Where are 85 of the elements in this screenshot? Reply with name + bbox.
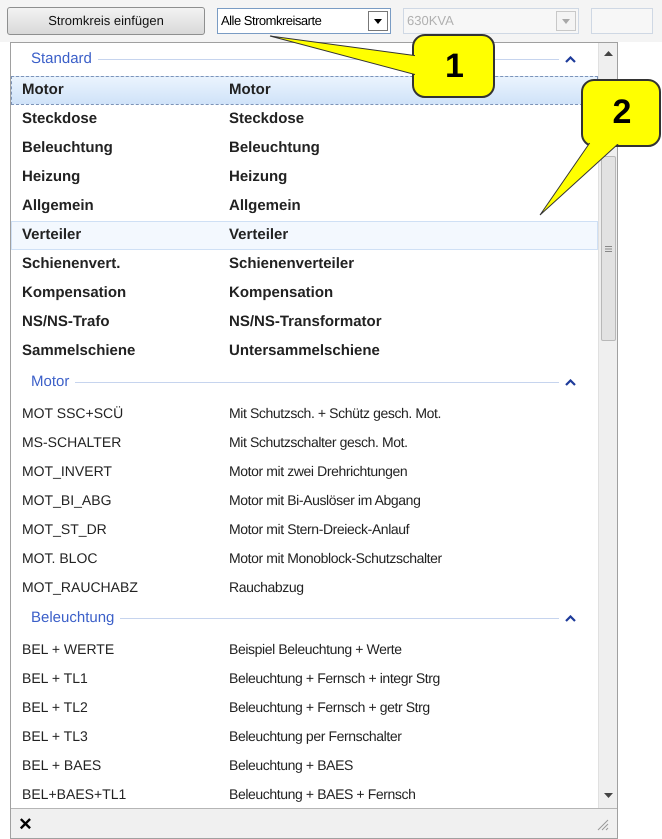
list-row[interactable]: BEL + TL1 Beleuchtung + Fernsch + integr Strg xyxy=(11,664,598,693)
caret-icon xyxy=(562,18,570,24)
row-code: Sammelschiene xyxy=(22,341,136,362)
row-description: Kompensation xyxy=(229,283,334,304)
row-description: Verteiler xyxy=(229,225,288,246)
close-button[interactable]: × xyxy=(19,812,32,834)
combo-value: Alle Stromkreisarte xyxy=(221,12,322,30)
section-title: Beleuchtung xyxy=(31,608,114,628)
list-row[interactable]: MOT_RAUCHABZ Rauchabzug xyxy=(11,573,598,602)
list-row[interactable]: Sammelschiene Untersammelschiene xyxy=(11,337,598,366)
list-row[interactable]: Verteiler Verteiler xyxy=(11,221,598,250)
row-code: MOT_INVERT xyxy=(22,462,113,481)
row-code: MOT. BLOC xyxy=(22,549,98,568)
row-code: BEL + TL3 xyxy=(22,727,89,746)
row-description: Beleuchtung + Fernsch + getr Strg xyxy=(229,698,430,717)
list-row[interactable]: BEL+BAES+TL1 Beleuchtung + BAES + Fernsch xyxy=(11,780,598,808)
row-code: Beleuchtung xyxy=(22,138,114,158)
list-row[interactable]: BEL + TL2 Beleuchtung + Fernsch + getr Strg xyxy=(11,693,598,722)
row-description: Motor mit Stern-Dreieck-Anlauf xyxy=(229,520,410,539)
row-description: Beleuchtung per Fernschalter xyxy=(229,727,402,746)
callout-tooltip: 2 xyxy=(538,78,662,218)
row-description: Beleuchtung xyxy=(229,138,320,158)
list-row[interactable]: MOT SSC+SCÜ Mit Schutzsch. + Schütz gesch. Mot. xyxy=(11,399,598,428)
row-code: Allgemein xyxy=(22,196,95,216)
row-description: Beleuchtung + BAES xyxy=(229,756,353,775)
row-description: Beispiel Beleuchtung + Werte xyxy=(229,640,402,659)
row-code: MOT SSC+SCÜ xyxy=(22,404,124,423)
row-description: Untersammelschiene xyxy=(229,341,380,362)
row-description: Beleuchtung + Fernsch + integr Strg xyxy=(229,669,440,688)
caret-icon xyxy=(374,18,382,24)
section-title: Motor xyxy=(31,372,70,392)
row-description: NS/NS-Transformator xyxy=(229,312,382,332)
resize-grip-icon[interactable] xyxy=(595,816,609,830)
row-description: Heizung xyxy=(229,167,288,188)
input-field[interactable] xyxy=(591,8,653,34)
list-row[interactable]: BEL + BAES Beleuchtung + BAES xyxy=(11,751,598,780)
collapse-icon[interactable] xyxy=(565,56,576,63)
row-description: Motor mit zwei Drehrichtungen xyxy=(229,462,408,481)
section-title: Standard xyxy=(31,49,92,70)
row-description: Mit Schutzsch. + Schütz gesch. Mot. xyxy=(229,404,442,423)
collapse-icon[interactable] xyxy=(565,615,576,622)
row-code: BEL + BAES xyxy=(22,756,102,775)
combo-value: 630KVA xyxy=(407,12,454,30)
row-description: Rauchabzug xyxy=(229,578,304,597)
row-code: MOT_RAUCHABZ xyxy=(22,578,139,597)
list-row[interactable]: MOT_BI_ABG Motor mit Bi-Auslöser im Abgang xyxy=(11,486,598,515)
row-description: Mit Schutzschalter gesch. Mot. xyxy=(229,433,408,452)
row-code: BEL + TL2 xyxy=(22,698,89,717)
list-row[interactable]: Kompensation Kompensation xyxy=(11,279,598,308)
list-row[interactable]: BEL + TL3 Beleuchtung per Fernschalter xyxy=(11,722,598,751)
row-code: BEL+BAES+TL1 xyxy=(22,785,128,804)
grip-icon xyxy=(604,246,612,252)
row-code: Steckdose xyxy=(22,109,98,130)
row-description: Motor mit Bi-Auslöser im Abgang xyxy=(229,491,420,510)
dropdown-button[interactable] xyxy=(368,11,388,31)
scrollbar-thumb[interactable] xyxy=(600,156,616,341)
list-row[interactable]: MOT_INVERT Motor mit zwei Drehrichtungen xyxy=(11,457,598,486)
insert-circuit-button[interactable]: Stromkreis einfügen xyxy=(7,7,205,35)
list-row[interactable]: BEL + WERTE Beispiel Beleuchtung + Werte xyxy=(11,635,598,664)
row-description: Motor xyxy=(229,80,271,100)
scroll-down-icon[interactable] xyxy=(604,793,612,798)
row-code: NS/NS-Trafo xyxy=(22,312,111,332)
row-code: Verteiler xyxy=(22,225,82,246)
row-description: Allgemein xyxy=(229,196,301,216)
list-row[interactable]: Schienenvert. Schienenverteiler xyxy=(11,250,598,279)
row-code: MOT_BI_ABG xyxy=(22,491,112,510)
row-description: Motor mit Monoblock-Schutzschalter xyxy=(229,549,442,568)
row-code: Heizung xyxy=(22,167,82,188)
list-row[interactable]: MOT. BLOC Motor mit Monoblock-Schutzschalter xyxy=(11,544,598,573)
row-description: Beleuchtung + BAES + Fernsch xyxy=(229,785,416,804)
list-row[interactable]: NS/NS-Trafo NS/NS-Transformator xyxy=(11,308,598,337)
row-code: Schienenvert. xyxy=(22,254,122,274)
collapse-icon[interactable] xyxy=(565,379,576,386)
scroll-up-icon[interactable] xyxy=(604,51,612,56)
row-code: BEL + TL1 xyxy=(22,669,89,688)
circuit-type-combo[interactable]: Alle Stromkreisarte xyxy=(217,8,391,34)
row-code: BEL + WERTE xyxy=(22,640,116,659)
row-description: Schienenverteiler xyxy=(229,254,354,274)
row-description: Steckdose xyxy=(229,109,304,130)
list-row[interactable]: MOT_ST_DR Motor mit Stern-Dreieck-Anlauf xyxy=(11,515,598,544)
row-code: MS-SCHALTER xyxy=(22,433,122,452)
row-code: Kompensation xyxy=(22,283,128,304)
row-code: MOT_ST_DR xyxy=(22,520,108,539)
row-code: Motor xyxy=(22,80,65,100)
list-row[interactable]: MS-SCHALTER Mit Schutzschalter gesch. Mot. xyxy=(11,428,598,457)
